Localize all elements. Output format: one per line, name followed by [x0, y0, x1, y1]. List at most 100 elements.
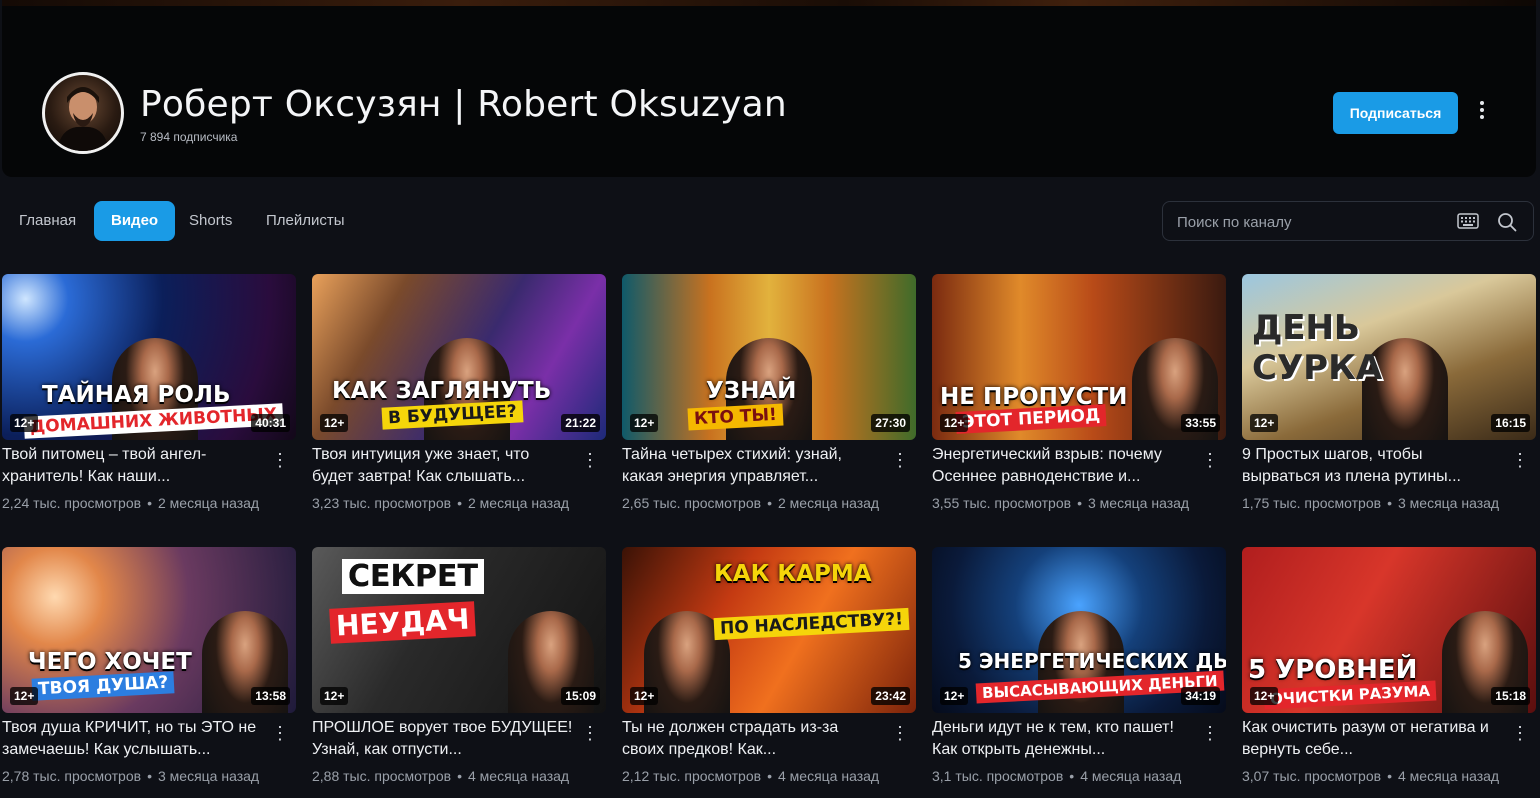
- video-meta: 2,24 тыс. просмотров • 2 месяца назад: [2, 495, 260, 511]
- video-card[interactable]: Чего хочет твоя душа? 12+ 13:58 Твоя душ…: [2, 547, 298, 792]
- view-count: 2,24 тыс. просмотров: [2, 495, 142, 511]
- view-count: 2,78 тыс. просмотров: [2, 768, 142, 784]
- tab-shorts[interactable]: Shorts: [172, 201, 249, 241]
- subscribe-button[interactable]: Подписаться: [1333, 92, 1458, 134]
- video-card[interactable]: Не пропусти этот период 12+ 33:55 Энерге…: [932, 274, 1228, 519]
- video-menu-icon[interactable]: ⋮: [1510, 723, 1530, 745]
- thumbnail-subtext: по наследству?!: [713, 607, 910, 641]
- video-title[interactable]: Твой питомец – твой ангел-хранитель! Как…: [2, 444, 264, 488]
- banner-strip: [2, 0, 1536, 6]
- duration-badge: 13:58: [251, 687, 290, 705]
- video-thumbnail[interactable]: 5 уровней очистки разума 12+ 15:18: [1242, 547, 1536, 713]
- search-input[interactable]: [1175, 210, 1449, 234]
- video-card[interactable]: День сурка 12+ 16:15 9 Простых шагов, чт…: [1242, 274, 1538, 519]
- video-title[interactable]: Твоя интуиция уже знает, что будет завтр…: [312, 444, 574, 488]
- video-title[interactable]: 9 Простых шагов, чтобы вырваться из плен…: [1242, 444, 1504, 488]
- age-rating-badge: 12+: [940, 687, 969, 705]
- channel-avatar[interactable]: [42, 72, 124, 154]
- search-icon[interactable]: [1497, 212, 1517, 237]
- duration-badge: 21:22: [561, 414, 600, 432]
- view-count: 3,07 тыс. просмотров: [1242, 768, 1382, 784]
- upload-age: 2 месяца назад: [777, 495, 880, 511]
- video-thumbnail[interactable]: Тайная роль домашних животных 12+ 40:31: [2, 274, 296, 440]
- video-title[interactable]: ПРОШЛОЕ ворует твое БУДУЩЕЕ! Узнай, как …: [312, 717, 574, 761]
- view-count: 2,88 тыс. просмотров: [312, 768, 452, 784]
- channel-header: Роберт Оксузян | Robert Oksuzyan 7 894 п…: [2, 0, 1536, 177]
- thumbnail-text: 5 уровней: [1248, 655, 1418, 685]
- thumbnail-text: Как карма: [714, 561, 872, 587]
- video-card[interactable]: Как карма по наследству?! 12+ 23:42 Ты н…: [622, 547, 918, 792]
- video-meta: 2,12 тыс. просмотров • 4 месяца назад: [622, 768, 880, 784]
- thumbnail-subtext: неудач: [329, 601, 477, 644]
- video-card[interactable]: Тайная роль домашних животных 12+ 40:31 …: [2, 274, 298, 519]
- video-menu-icon[interactable]: ⋮: [580, 450, 600, 472]
- age-rating-badge: 12+: [1250, 687, 1279, 705]
- upload-age: 4 месяца назад: [1397, 768, 1500, 784]
- video-thumbnail[interactable]: Не пропусти этот период 12+ 33:55: [932, 274, 1226, 440]
- video-meta: 3,07 тыс. просмотров • 4 месяца назад: [1242, 768, 1500, 784]
- video-card[interactable]: Секрет неудач 12+ 15:09 ПРОШЛОЕ ворует т…: [312, 547, 608, 792]
- thumbnail-text: Секрет: [342, 559, 484, 594]
- video-title[interactable]: Тайна четырех стихий: узнай, какая энерг…: [622, 444, 884, 488]
- video-title[interactable]: Ты не должен страдать из-за своих предко…: [622, 717, 884, 761]
- view-count: 3,23 тыс. просмотров: [312, 495, 452, 511]
- video-title[interactable]: Деньги идут не к тем, кто пашет! Как отк…: [932, 717, 1194, 761]
- video-card[interactable]: 5 уровней очистки разума 12+ 15:18 Как о…: [1242, 547, 1538, 792]
- video-meta: 2,88 тыс. просмотров • 4 месяца назад: [312, 768, 570, 784]
- upload-age: 4 месяца назад: [777, 768, 880, 784]
- video-thumbnail[interactable]: Чего хочет твоя душа? 12+ 13:58: [2, 547, 296, 713]
- video-meta: 1,75 тыс. просмотров • 3 месяца назад: [1242, 495, 1500, 511]
- video-meta: 3,1 тыс. просмотров • 4 месяца назад: [932, 768, 1182, 784]
- subscriber-count: 7 894 подписчика: [140, 130, 238, 144]
- video-thumbnail[interactable]: 5 энергетических дыр высасывающих деньги…: [932, 547, 1226, 713]
- video-title[interactable]: Твоя душа КРИЧИТ, но ты ЭТО не замечаешь…: [2, 717, 264, 761]
- duration-badge: 40:31: [251, 414, 290, 432]
- tab-videos[interactable]: Видео: [94, 201, 176, 241]
- video-thumbnail[interactable]: Как заглянуть в будущее? 12+ 21:22: [312, 274, 606, 440]
- view-count: 2,65 тыс. просмотров: [622, 495, 762, 511]
- video-thumbnail[interactable]: Узнай кто ты! 12+ 27:30: [622, 274, 916, 440]
- view-count: 1,75 тыс. просмотров: [1242, 495, 1382, 511]
- video-menu-icon[interactable]: ⋮: [1510, 450, 1530, 472]
- view-count: 3,1 тыс. просмотров: [932, 768, 1064, 784]
- age-rating-badge: 12+: [940, 414, 969, 432]
- kebab-menu-icon[interactable]: [1470, 100, 1494, 126]
- video-menu-icon[interactable]: ⋮: [270, 723, 290, 745]
- keyboard-icon[interactable]: [1457, 213, 1479, 234]
- video-menu-icon[interactable]: ⋮: [890, 723, 910, 745]
- upload-age: 2 месяца назад: [157, 495, 260, 511]
- video-card[interactable]: Как заглянуть в будущее? 12+ 21:22 Твоя …: [312, 274, 608, 519]
- video-thumbnail[interactable]: День сурка 12+ 16:15: [1242, 274, 1536, 440]
- tab-playlists[interactable]: Плейлисты: [249, 201, 362, 241]
- video-card[interactable]: 5 энергетических дыр высасывающих деньги…: [932, 547, 1228, 792]
- upload-age: 2 месяца назад: [467, 495, 570, 511]
- video-menu-icon[interactable]: ⋮: [1200, 723, 1220, 745]
- video-card[interactable]: Узнай кто ты! 12+ 27:30 Тайна четырех ст…: [622, 274, 918, 519]
- thumbnail-text: 5 энергетических дыр: [958, 649, 1226, 673]
- video-title[interactable]: Энергетический взрыв: почему Осеннее рав…: [932, 444, 1194, 488]
- duration-badge: 16:15: [1491, 414, 1530, 432]
- video-menu-icon[interactable]: ⋮: [1200, 450, 1220, 472]
- thumbnail-text: Узнай: [706, 378, 797, 404]
- video-menu-icon[interactable]: ⋮: [270, 450, 290, 472]
- thumbnail-text: Тайная роль: [42, 382, 231, 408]
- video-meta: 2,78 тыс. просмотров • 3 месяца назад: [2, 768, 260, 784]
- upload-age: 3 месяца назад: [157, 768, 260, 784]
- video-title[interactable]: Как очистить разум от негатива и вернуть…: [1242, 717, 1504, 761]
- video-thumbnail[interactable]: Как карма по наследству?! 12+ 23:42: [622, 547, 916, 713]
- video-menu-icon[interactable]: ⋮: [580, 723, 600, 745]
- thumbnail-subtext: твоя душа?: [31, 671, 175, 701]
- tab-home[interactable]: Главная: [2, 201, 93, 241]
- upload-age: 4 месяца назад: [1080, 768, 1182, 784]
- video-meta: 2,65 тыс. просмотров • 2 месяца назад: [622, 495, 880, 511]
- thumbnail-text: День: [1252, 308, 1360, 348]
- duration-badge: 15:09: [561, 687, 600, 705]
- video-menu-icon[interactable]: ⋮: [890, 450, 910, 472]
- thumbnail-subtext: сурка: [1252, 348, 1383, 388]
- age-rating-badge: 12+: [630, 687, 659, 705]
- age-rating-badge: 12+: [630, 414, 659, 432]
- upload-age: 4 месяца назад: [467, 768, 570, 784]
- view-count: 3,55 тыс. просмотров: [932, 495, 1072, 511]
- age-rating-badge: 12+: [320, 414, 349, 432]
- video-thumbnail[interactable]: Секрет неудач 12+ 15:09: [312, 547, 606, 713]
